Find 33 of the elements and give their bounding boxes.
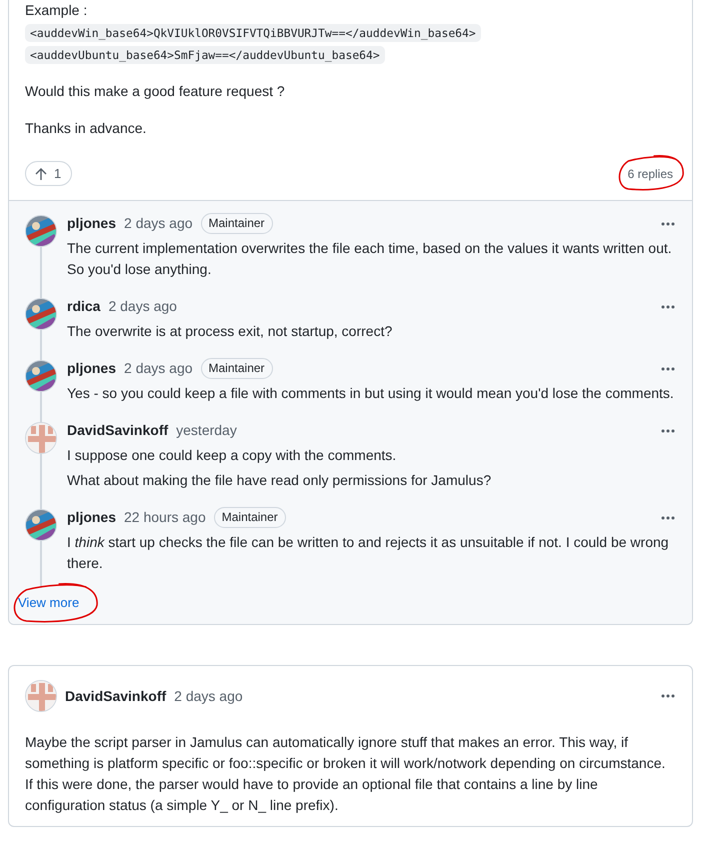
author-name[interactable]: pljones <box>67 358 116 379</box>
reply-count-link[interactable]: 6 replies <box>628 166 673 180</box>
role-label: Maintainer <box>200 358 273 379</box>
timestamp[interactable]: 22 hours ago <box>124 507 206 528</box>
paragraph: Would this make a good feature request ? <box>25 82 286 101</box>
author-name[interactable]: DavidSavinkoff <box>67 420 168 441</box>
reply-text: Yes - so you could keep a file with comments in but using it would mean you'd lose the comments. <box>67 384 675 403</box>
code-line: <auddevWin_base64>QkVIUklOR0VSIFVTQiBBVURJTw==</auddevWin_base64> <box>25 24 481 42</box>
author-name[interactable]: pljones <box>67 213 116 234</box>
reply-text: I think start up checks the file can be written to and rejects it as unsuitable if not. I could be wrong there. <box>67 533 670 573</box>
timestamp[interactable]: 2 days ago <box>124 213 193 234</box>
reply-text: The current implementation overwrites the file each time, based on the values it wants written out. So you'd lose anything. <box>67 239 673 279</box>
reply-text: What about making the file have read only permissions for Jamulus? <box>67 471 492 490</box>
reply-text: The overwrite is at process exit, not startup, correct? <box>67 322 394 341</box>
view-more-link[interactable]: View more <box>18 592 80 613</box>
timestamp[interactable]: yesterday <box>176 420 237 441</box>
upvote-button[interactable]: 1 <box>25 161 72 186</box>
example-label: Example : <box>25 1 88 20</box>
role-label: Maintainer <box>214 507 286 528</box>
timestamp[interactable]: 2 days ago <box>108 296 177 317</box>
arrow-up-icon <box>34 166 48 180</box>
identicon-avatar-icon <box>26 423 56 453</box>
reply-text: I suppose one could keep a copy with the comments. <box>67 446 398 465</box>
author-name[interactable]: DavidSavinkoff <box>65 686 166 706</box>
author-name[interactable]: rdica <box>67 296 100 317</box>
identicon-avatar-icon <box>26 681 56 711</box>
author-name[interactable]: pljones <box>67 507 116 528</box>
timestamp[interactable]: 2 days ago <box>174 686 243 706</box>
paragraph: Thanks in advance. <box>25 119 148 138</box>
comment-text: Maybe the script parser in Jamulus can automatically ignore stuff that makes an error. This way, if something is platform specific or foo::specific or broken it will work/notwork depending on circumstance. If this were done, the parser would have to provide an optional file that contains a line by line configuration status (a simple Y_ or N_ line prefix). <box>25 733 666 815</box>
code-line: <auddevUbuntu_base64>SmFjaw==</auddevUbuntu_base64> <box>25 46 385 64</box>
role-label: Maintainer <box>200 213 273 234</box>
timestamp[interactable]: 2 days ago <box>124 358 193 379</box>
